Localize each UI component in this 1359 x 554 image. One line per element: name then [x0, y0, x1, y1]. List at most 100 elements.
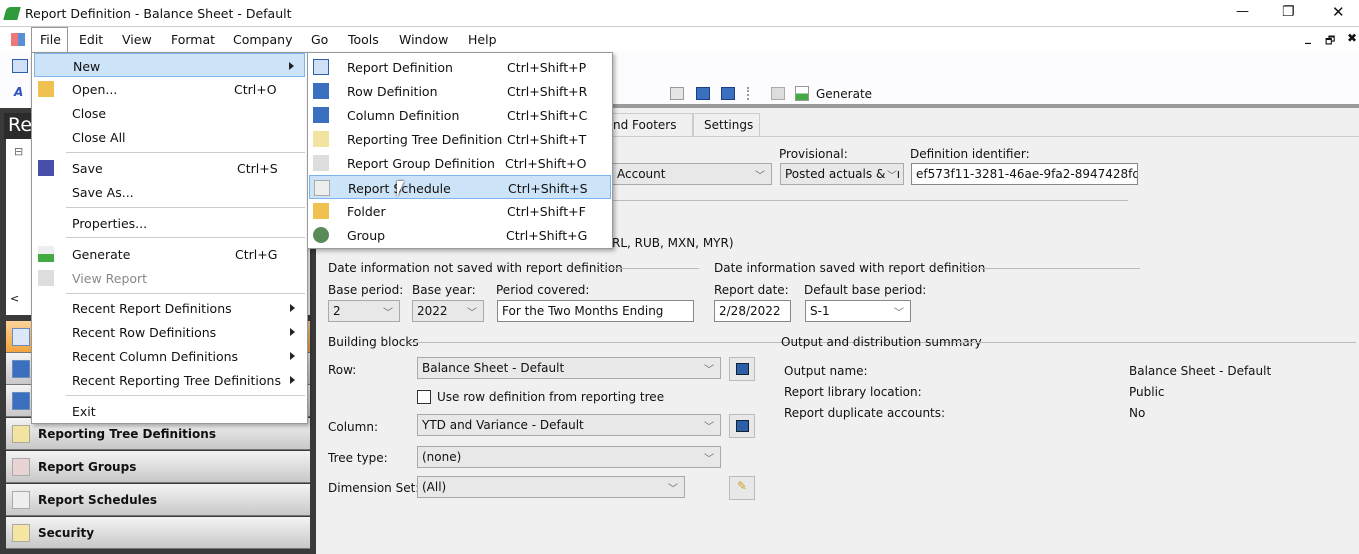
dimension-set-select[interactable]: (All) ﹀	[417, 476, 685, 498]
child-restore-button[interactable]: 🗗	[1325, 32, 1335, 51]
dimension-set-label: Dimension Set:	[328, 481, 420, 495]
building-blocks-heading: Building blocks	[328, 335, 419, 349]
menu-item-exit[interactable]: Exit	[34, 399, 305, 423]
menu-item-save-as[interactable]: Save As...	[34, 180, 305, 204]
submenu-group[interactable]: Group Ctrl+Shift+G	[309, 223, 611, 247]
report-date-field[interactable]: 2/28/2022	[714, 300, 791, 322]
edit-dimension-set-button[interactable]: ✎	[729, 476, 755, 500]
menu-company[interactable]: Company	[233, 32, 292, 47]
tree-type-select[interactable]: (none) ﹀	[417, 446, 721, 468]
menu-format[interactable]: Format	[171, 32, 215, 47]
menu-help[interactable]: Help	[468, 32, 497, 47]
view-report-tool-icon[interactable]	[771, 87, 785, 100]
submenu-column-definition[interactable]: Column Definition Ctrl+Shift+C	[309, 103, 611, 127]
nav-report-groups[interactable]: Report Groups	[6, 451, 310, 483]
generate-button[interactable]: Generate	[816, 87, 872, 101]
file-menu: New Open... Ctrl+O Close Close All Save Ct…	[31, 52, 308, 424]
output-name-label: Output name:	[784, 364, 868, 378]
column-definition-icon	[12, 392, 30, 410]
menu-go[interactable]: Go	[311, 32, 328, 47]
row-select[interactable]: Balance Sheet - Default ﹀	[417, 357, 721, 379]
column-definition-icon	[313, 107, 329, 123]
minimize-button[interactable]: —	[1236, 4, 1249, 19]
tab-settings[interactable]: Settings	[693, 113, 760, 137]
library-location-label: Report library location:	[784, 385, 922, 399]
date-saved-heading: Date information saved with report defin…	[714, 261, 986, 275]
child-minimize-button[interactable]: _	[1305, 30, 1311, 44]
column-definition-tool-icon[interactable]	[721, 87, 735, 100]
menu-item-view-report: View Report	[34, 266, 305, 290]
scroll-left-button[interactable]: <	[10, 292, 19, 305]
report-definition-icon	[313, 59, 329, 75]
row-definition-tool-icon[interactable]	[696, 87, 710, 100]
submenu-folder[interactable]: Folder Ctrl+Shift+F	[309, 199, 611, 223]
generate-icon	[38, 246, 54, 262]
duplicate-accounts-value: No	[1129, 406, 1146, 420]
menu-item-generate[interactable]: Generate Ctrl+G	[34, 242, 305, 266]
definition-identifier-field[interactable]: ef573f11-3281-46ae-9fa2-8947428fd3d1	[911, 163, 1138, 185]
tree-tool-icon[interactable]	[747, 87, 759, 100]
report-date-label: Report date:	[714, 283, 789, 297]
child-close-button[interactable]: ✖	[1347, 31, 1357, 45]
nav-label: Security	[38, 526, 95, 540]
menu-window[interactable]: Window	[399, 32, 448, 47]
restore-button[interactable]: ❐	[1282, 4, 1295, 20]
default-base-period-select[interactable]: S-1 ﹀	[805, 300, 911, 322]
window-title: Report Definition - Balance Sheet - Defa…	[25, 6, 292, 21]
submenu-row-definition[interactable]: Row Definition Ctrl+Shift+R	[309, 79, 611, 103]
tree-type-label: Tree type:	[328, 451, 388, 465]
report-definition-tool-icon[interactable]	[670, 87, 684, 100]
pencil-icon: ✎	[736, 479, 748, 493]
tab-headers-footers[interactable]: nd Footers	[606, 113, 693, 137]
menu-item-properties[interactable]: Properties...	[34, 211, 305, 235]
menu-view[interactable]: View	[122, 32, 152, 47]
period-covered-field[interactable]: For the Two Months Ending	[497, 300, 694, 322]
nav-security[interactable]: Security	[6, 517, 310, 549]
menu-item-close-all[interactable]: Close All	[34, 125, 305, 149]
menu-item-save[interactable]: Save Ctrl+S	[34, 156, 305, 180]
provisional-label: Provisional:	[779, 147, 848, 161]
report-definition-icon[interactable]	[12, 59, 28, 73]
menu-item-close[interactable]: Close	[34, 101, 305, 125]
menu-item-recent-column-definitions[interactable]: Recent Column Definitions	[34, 344, 305, 368]
edit-row-button[interactable]	[729, 357, 755, 381]
submenu-report-definition[interactable]: Report Definition Ctrl+Shift+P	[309, 55, 611, 79]
app-logo-icon	[3, 7, 21, 20]
menu-tools[interactable]: Tools	[348, 32, 379, 47]
edit-column-button[interactable]	[729, 414, 755, 438]
submenu-report-schedule[interactable]: Report Schedule Ctrl+Shift+S	[309, 175, 611, 199]
submenu-reporting-tree-definition[interactable]: Reporting Tree Definition Ctrl+Shift+T	[309, 127, 611, 151]
period-covered-label: Period covered:	[496, 283, 590, 297]
column-select[interactable]: YTD and Variance - Default ﹀	[417, 414, 721, 436]
title-bar: Report Definition - Balance Sheet - Defa…	[0, 0, 1359, 27]
row-definition-icon	[736, 363, 749, 375]
duplicate-accounts-label: Report duplicate accounts:	[784, 406, 946, 420]
save-icon	[38, 160, 54, 176]
menu-item-recent-tree-definitions[interactable]: Recent Reporting Tree Definitions	[34, 368, 305, 392]
use-row-tree-checkbox[interactable]	[417, 390, 431, 404]
document-icon[interactable]	[11, 33, 25, 46]
close-button[interactable]: ✕	[1332, 3, 1345, 21]
view-report-icon	[38, 270, 54, 286]
submenu-report-group-definition[interactable]: Report Group Definition Ctrl+Shift+O	[309, 151, 611, 175]
menu-item-new[interactable]: New	[34, 53, 305, 77]
base-year-select[interactable]: 2022 ﹀	[412, 300, 484, 322]
menu-bar: File Edit View Format Company Go Tools W…	[0, 27, 1359, 52]
output-summary-heading: Output and distribution summary	[781, 335, 982, 349]
font-icon[interactable]: A	[14, 85, 23, 99]
menu-edit[interactable]: Edit	[79, 32, 103, 47]
menu-item-open[interactable]: Open... Ctrl+O	[34, 77, 305, 101]
base-period-select[interactable]: 2 ﹀	[328, 300, 400, 322]
mouse-cursor-icon	[397, 181, 404, 197]
nav-report-schedules[interactable]: Report Schedules	[6, 484, 310, 516]
provisional-select[interactable]: Posted actuals & bı ﹀	[780, 163, 904, 185]
menu-item-recent-report-definitions[interactable]: Recent Report Definitions	[34, 296, 305, 320]
row-label: Row:	[328, 363, 357, 377]
currency-text: RL, RUB, MXN, MYR)	[612, 236, 734, 250]
account-select[interactable]: Account ﹀	[612, 163, 772, 185]
menu-file[interactable]: File	[40, 32, 61, 47]
collapse-icon[interactable]: ⊟	[14, 145, 23, 158]
menu-item-recent-row-definitions[interactable]: Recent Row Definitions	[34, 320, 305, 344]
folder-icon	[38, 81, 54, 97]
group-icon	[313, 227, 329, 243]
